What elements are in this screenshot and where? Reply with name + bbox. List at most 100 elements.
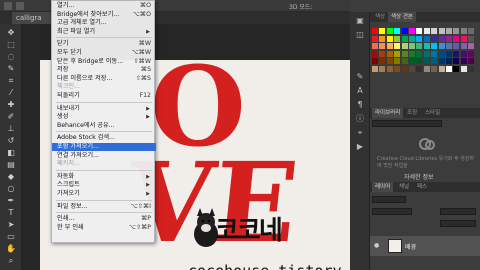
color-swatch[interactable] <box>453 28 460 34</box>
menu-item[interactable]: 열기... ⌘O <box>52 2 156 10</box>
color-swatch[interactable] <box>409 58 415 64</box>
stamp-tool-icon[interactable]: ⊥ <box>4 124 18 134</box>
eyedropper-icon[interactable]: ⁄ <box>4 88 18 98</box>
dodge-tool-icon[interactable]: ○ <box>4 184 18 194</box>
color-swatch[interactable] <box>401 28 408 34</box>
menu-item[interactable]: 연결 가져오기... <box>52 152 156 160</box>
hand-tool-icon[interactable]: ✋ <box>4 244 18 254</box>
pen-tool-icon[interactable]: ✒ <box>4 196 18 206</box>
color-swatch[interactable] <box>431 43 438 49</box>
color-swatch[interactable] <box>431 35 438 42</box>
color-swatch[interactable] <box>431 50 438 57</box>
color-swatch[interactable] <box>386 43 393 49</box>
actions-panel-icon[interactable]: ▶ <box>355 142 365 152</box>
color-swatch[interactable] <box>438 65 445 72</box>
color-swatch[interactable] <box>379 43 386 49</box>
color-swatch[interactable] <box>446 43 452 49</box>
color-swatch[interactable] <box>446 65 452 72</box>
color-swatch[interactable] <box>401 58 408 64</box>
gradient-tool-icon[interactable]: ▤ <box>4 160 18 170</box>
library-dropdown[interactable] <box>372 120 442 127</box>
crop-tool-icon[interactable]: ⌗ <box>4 76 18 86</box>
color-swatch[interactable] <box>379 28 386 34</box>
properties-panel-icon[interactable]: ◫ <box>355 30 365 40</box>
healing-brush-icon[interactable]: ✚ <box>4 100 18 110</box>
color-swatch[interactable] <box>379 58 386 64</box>
color-swatch[interactable] <box>372 43 378 49</box>
color-swatch[interactable] <box>401 35 408 42</box>
menu-item[interactable]: Bridge에서 찾아보기... ⌥⌘O <box>52 11 156 19</box>
color-swatch[interactable] <box>446 50 452 57</box>
color-swatch[interactable] <box>453 43 460 49</box>
menu-item[interactable]: 저장 ⌘S <box>52 66 156 74</box>
color-swatch[interactable] <box>460 43 467 49</box>
color-swatch[interactable] <box>394 58 401 64</box>
opacity-field[interactable] <box>440 208 476 215</box>
history-brush-icon[interactable]: ↺ <box>4 136 18 146</box>
navigator-panel-icon[interactable]: ⌖ <box>355 128 365 138</box>
info-panel-icon[interactable]: ⓘ <box>355 114 365 124</box>
color-swatch[interactable] <box>386 35 393 42</box>
color-swatch[interactable] <box>446 58 452 64</box>
blend-mode-dropdown[interactable] <box>372 208 412 215</box>
color-swatch[interactable] <box>423 35 430 42</box>
menu-item[interactable]: 생성 ▶ <box>52 113 156 121</box>
color-swatch[interactable] <box>394 50 401 57</box>
tab-color[interactable]: 색상 <box>372 12 388 22</box>
visibility-eye-icon[interactable]: ● <box>374 242 379 249</box>
color-swatch[interactable] <box>460 28 467 34</box>
color-swatch[interactable] <box>453 35 460 42</box>
color-swatch[interactable] <box>423 58 430 64</box>
color-swatch[interactable] <box>468 65 475 72</box>
menu-item[interactable]: 되돌리기 F12 <box>52 92 156 100</box>
tool-preset-icon[interactable] <box>16 2 24 10</box>
color-swatch[interactable] <box>401 43 408 49</box>
swatch-grid[interactable] <box>372 28 478 76</box>
color-swatch[interactable] <box>468 50 475 57</box>
color-swatch[interactable] <box>460 35 467 42</box>
color-swatch[interactable] <box>468 28 475 34</box>
color-swatch[interactable] <box>438 28 445 34</box>
color-swatch[interactable] <box>372 58 378 64</box>
history-panel-icon[interactable]: ▣ <box>355 16 365 26</box>
blur-tool-icon[interactable]: ◆ <box>4 172 18 182</box>
menu-item[interactable]: Behance에서 공유... <box>52 122 156 130</box>
color-swatch[interactable] <box>394 35 401 42</box>
color-swatch[interactable] <box>423 65 430 72</box>
menu-item[interactable]: 한 부 인쇄 ⌥⇧⌘P <box>52 224 156 232</box>
color-swatch[interactable] <box>379 50 386 57</box>
color-swatch[interactable] <box>423 43 430 49</box>
menu-item[interactable]: 내보내기 ▶ <box>52 105 156 113</box>
color-swatch[interactable] <box>379 65 386 72</box>
color-swatch[interactable] <box>453 58 460 64</box>
color-swatch[interactable] <box>409 65 415 72</box>
shape-tool-icon[interactable]: ▭ <box>4 232 18 242</box>
color-swatch[interactable] <box>409 50 415 57</box>
color-swatch[interactable] <box>438 58 445 64</box>
menu-item[interactable]: 모두 닫기 ⌥⌘W <box>52 49 156 57</box>
color-swatch[interactable] <box>460 50 467 57</box>
menu-item[interactable]: 파일 정보... ⌥⇧⌘I <box>52 203 156 211</box>
eraser-tool-icon[interactable]: ◧ <box>4 148 18 158</box>
color-swatch[interactable] <box>379 35 386 42</box>
type-tool-icon[interactable]: T <box>4 208 18 218</box>
marquee-tool-icon[interactable]: ⬚ <box>4 40 18 50</box>
menu-item[interactable]: 인쇄... ⌘P <box>52 215 156 223</box>
tab-channels[interactable]: 채널 <box>396 182 412 192</box>
menu-item[interactable]: 닫기 ⌘W <box>52 40 156 48</box>
menu-item[interactable]: 스크립트 ▶ <box>52 181 156 189</box>
menu-item[interactable]: 닫은 후 Bridge로 이동... ⇧⌘W <box>52 58 156 66</box>
color-swatch[interactable] <box>468 43 475 49</box>
color-swatch[interactable] <box>386 28 393 34</box>
color-swatch[interactable] <box>431 65 438 72</box>
color-swatch[interactable] <box>431 28 438 34</box>
color-swatch[interactable] <box>386 58 393 64</box>
color-swatch[interactable] <box>394 65 401 72</box>
layer-filter-dropdown[interactable] <box>372 196 406 203</box>
menu-item[interactable]: 최근 파일 열기 ▶ <box>52 28 156 36</box>
menu-item[interactable]: Adobe Stock 검색... <box>52 134 156 142</box>
character-panel-icon[interactable]: A <box>355 86 365 96</box>
menu-item[interactable]: 포함 가져오기... <box>52 143 156 151</box>
color-swatch[interactable] <box>438 50 445 57</box>
color-swatch[interactable] <box>372 50 378 57</box>
